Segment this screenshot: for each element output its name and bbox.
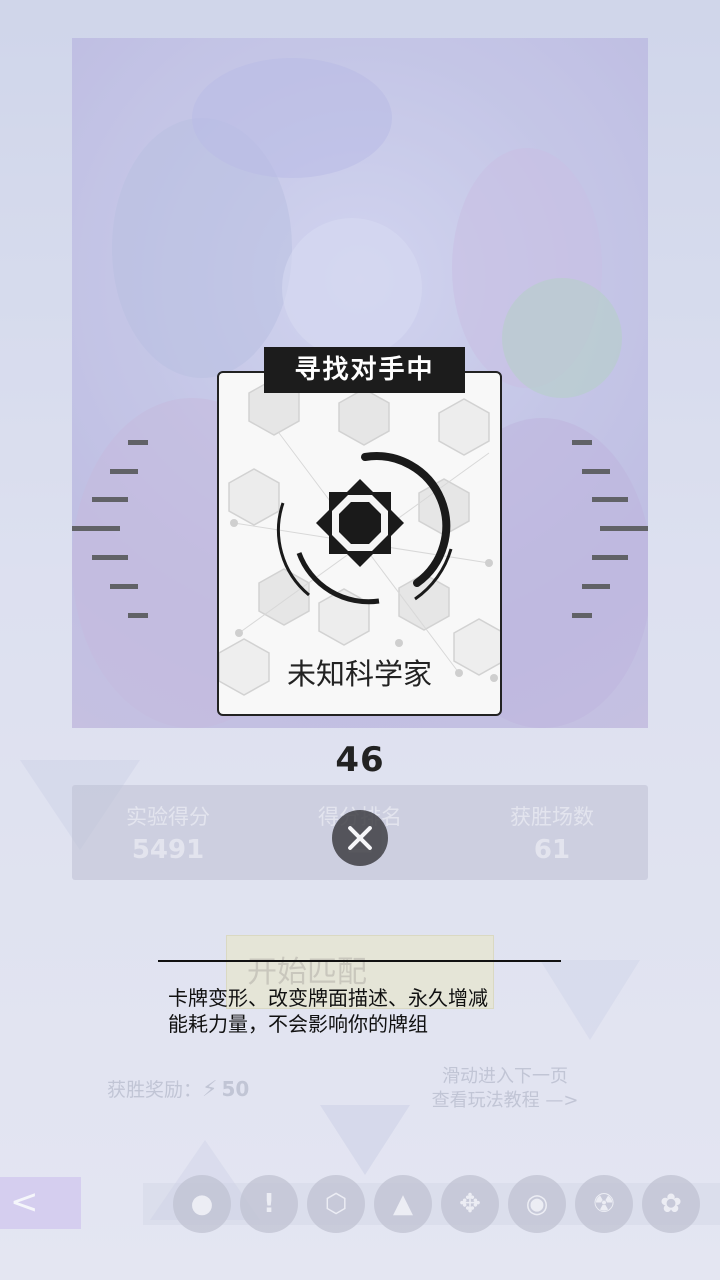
card-description: 卡牌变形、改变牌面描述、永久增减 能耗力量，不会影响你的牌组: [168, 985, 568, 1037]
unknown-scientist-emblem: [316, 479, 404, 567]
description-divider: [158, 960, 561, 962]
countdown-timer: 46: [335, 740, 385, 780]
description-line2: 能耗力量，不会影响你的牌组: [168, 1012, 428, 1036]
opponent-card-name: 未知科学家: [286, 657, 432, 691]
matching-card: 未知科学家: [217, 371, 502, 716]
searching-opponent-title: 寻找对手中: [264, 347, 465, 393]
description-line1: 卡牌变形、改变牌面描述、永久增减: [168, 986, 488, 1010]
close-button[interactable]: [332, 810, 388, 866]
